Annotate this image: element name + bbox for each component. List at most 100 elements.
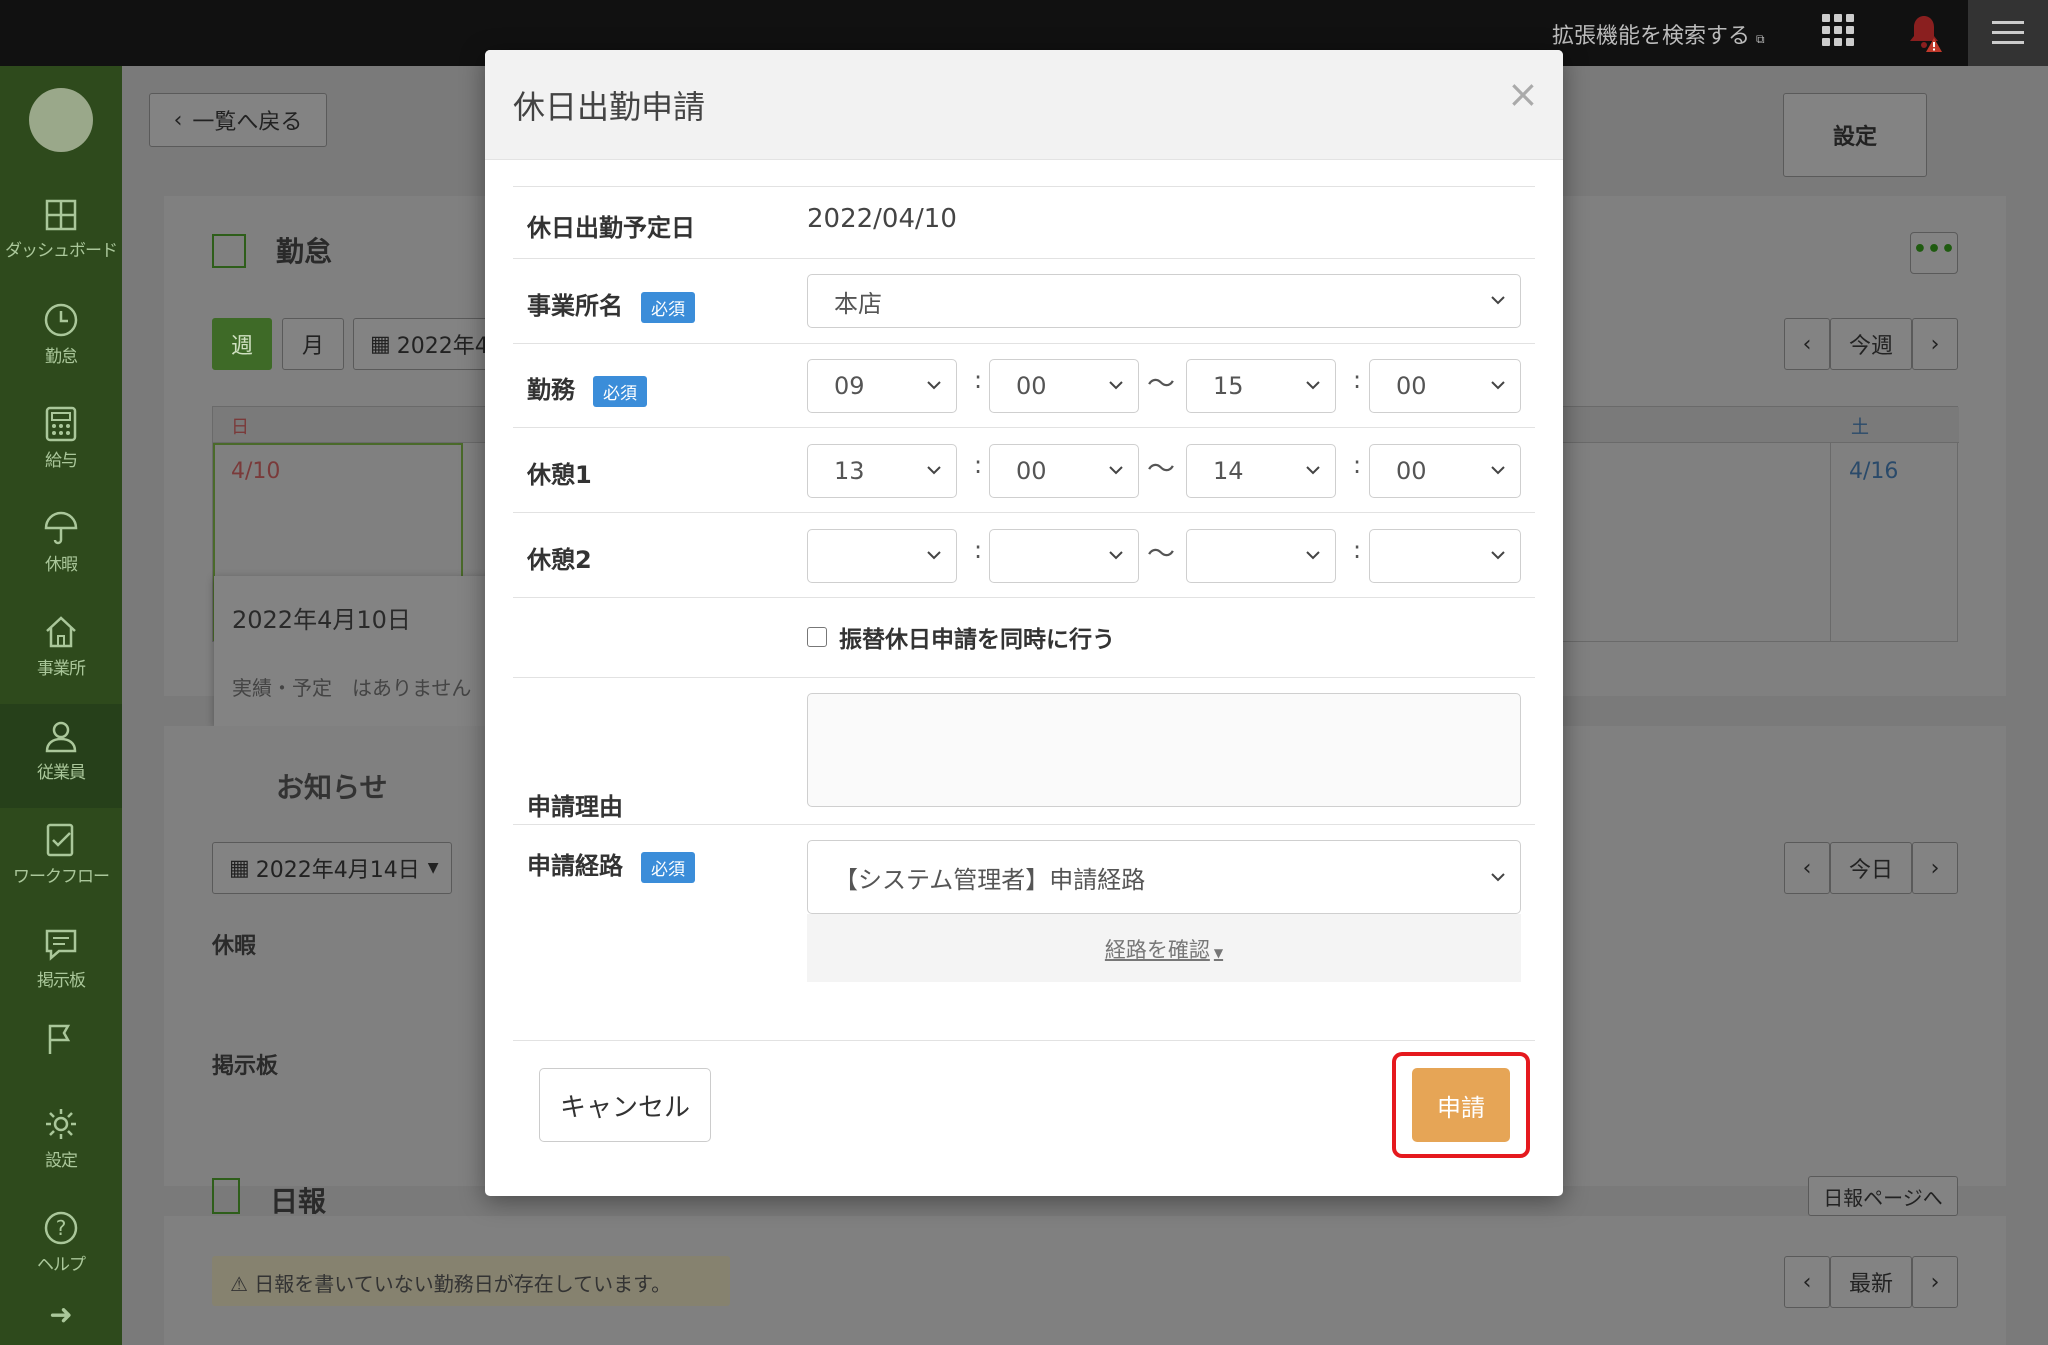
sidebar-item-flag[interactable] — [0, 1016, 122, 1076]
calendar-icon: ▦ — [370, 331, 391, 357]
sidebar-item-attendance[interactable]: 勤怠 — [0, 288, 122, 392]
sidebar-label: 従業員 — [37, 763, 86, 783]
sidebar-expand[interactable]: ➜ — [0, 1296, 122, 1345]
checklist-icon — [46, 823, 74, 857]
break2-start-minute-select[interactable] — [989, 529, 1139, 583]
apps-grid-icon[interactable] — [1822, 14, 1854, 46]
chevron-down-icon — [1491, 296, 1505, 305]
required-badge: 必須 — [593, 375, 647, 407]
break1-end-minute-select[interactable]: 00 — [1369, 444, 1521, 498]
calendar-grid-icon — [212, 234, 246, 268]
reason-textarea[interactable] — [807, 693, 1521, 807]
chevron-down-icon — [1306, 466, 1320, 475]
daily-page-button[interactable]: 日報ページへ — [1808, 1176, 1958, 1216]
sidebar-item-board[interactable]: 掲示板 — [0, 912, 122, 1016]
month-label: 月 — [301, 334, 324, 359]
work-label-text: 勤務 — [527, 376, 575, 404]
sidebar-label: ヘルプ — [37, 1255, 86, 1275]
week-button[interactable]: 週 — [212, 318, 272, 370]
work-end-hour-select[interactable]: 15 — [1186, 359, 1336, 413]
sidebar-item-office[interactable]: 事業所 — [0, 600, 122, 704]
prev-week-button[interactable]: ‹ — [1784, 318, 1830, 370]
prev-day-button[interactable]: ‹ — [1784, 842, 1830, 894]
office-label: 事業所名 必須 — [527, 286, 695, 323]
sidebar-label: 設定 — [45, 1151, 78, 1171]
sidebar-item-leave[interactable]: 休暇 — [0, 496, 122, 600]
chevron-down-icon — [927, 466, 941, 475]
work-start-minute-select[interactable]: 00 — [989, 359, 1139, 413]
chevron-down-icon — [1109, 466, 1123, 475]
time-colon: : — [1353, 451, 1362, 479]
sidebar-item-workflow[interactable]: ワークフロー — [0, 808, 122, 912]
work-end-minute-select[interactable]: 00 — [1369, 359, 1521, 413]
message-icon — [45, 929, 77, 961]
break1-start-minute-select[interactable]: 00 — [989, 444, 1139, 498]
next-week-label: › — [1930, 331, 1940, 357]
work-end-hour-value: 15 — [1213, 372, 1244, 400]
popup-date: 2022年4月10日 — [232, 606, 411, 634]
today-button[interactable]: 今日 — [1830, 842, 1912, 894]
leave-label: 休暇 — [212, 934, 257, 959]
substitute-holiday-option[interactable]: 振替休日申請を同時に行う — [807, 620, 1115, 654]
hamburger-menu-icon[interactable] — [1968, 0, 2048, 66]
route-select[interactable]: 【システム管理者】申請経路 — [807, 840, 1521, 914]
settings-label: 設定 — [1832, 125, 1877, 150]
break1-start-hour-select[interactable]: 13 — [807, 444, 957, 498]
back-label: 一覧へ戻る — [192, 110, 303, 135]
date-picker-button[interactable]: ▦ 2022年4 — [353, 318, 493, 370]
break2-end-minute-select[interactable] — [1369, 529, 1521, 583]
close-icon[interactable]: × — [1507, 72, 1539, 116]
prev-week-label: ‹ — [1802, 331, 1812, 357]
settings-button[interactable]: 設定 — [1783, 93, 1927, 177]
month-button[interactable]: 月 — [282, 318, 344, 370]
sidebar-item-employees[interactable]: 従業員 — [0, 704, 122, 808]
date-label: 休日出勤予定日 — [527, 214, 695, 242]
break2-end-hour-select[interactable] — [1186, 529, 1336, 583]
route-confirm-area: 経路を確認 ▼ — [807, 914, 1521, 982]
break2-start-hour-select[interactable] — [807, 529, 957, 583]
cancel-button[interactable]: キャンセル — [539, 1068, 711, 1142]
this-week-button[interactable]: 今週 — [1830, 318, 1912, 370]
sidebar-item-help[interactable]: ? ヘルプ — [0, 1196, 122, 1300]
work-start-hour-select[interactable]: 09 — [807, 359, 957, 413]
date-value: 2022/04/10 — [807, 204, 957, 234]
next-report-button[interactable]: › — [1912, 1256, 1958, 1308]
sidebar-item-payroll[interactable]: 給与 — [0, 392, 122, 496]
chevron-down-icon — [1491, 466, 1505, 475]
attendance-title: 勤怠 — [276, 235, 333, 268]
person-icon — [45, 721, 77, 753]
office-select[interactable]: 本店 — [807, 274, 1521, 328]
sidebar-item-settings[interactable]: 設定 — [0, 1092, 122, 1196]
chevron-down-icon — [927, 381, 941, 390]
next-day-button[interactable]: › — [1912, 842, 1958, 894]
route-confirm-link[interactable]: 経路を確認 ▼ — [1105, 938, 1223, 962]
notice-date-picker[interactable]: ▦ 2022年4月14日 ▼ — [212, 842, 452, 894]
sidebar-item-dashboard[interactable]: ダッシュボード — [0, 184, 122, 288]
break1-start-hour-value: 13 — [834, 457, 865, 485]
clock-icon — [44, 303, 78, 337]
latest-button[interactable]: 最新 — [1830, 1256, 1912, 1308]
prev-report-button[interactable]: ‹ — [1784, 1256, 1830, 1308]
more-options-button[interactable]: ••• — [1910, 232, 1958, 274]
warning-icon: ⚠ — [230, 1272, 255, 1296]
board-label: 掲示板 — [212, 1054, 279, 1079]
required-badge: 必須 — [641, 851, 695, 883]
bell-alert-icon[interactable] — [1906, 12, 1946, 54]
daily-warning-text: 日報を書いていない勤務日が存在しています。 — [254, 1272, 672, 1296]
caret-down-icon: ▼ — [1213, 946, 1224, 960]
break2-label: 休憩2 — [527, 546, 592, 574]
daily-warning-banner: ⚠ 日報を書いていない勤務日が存在しています。 — [212, 1256, 730, 1306]
next-week-button[interactable]: › — [1912, 318, 1958, 370]
chevron-down-icon — [927, 551, 941, 560]
back-to-list-button[interactable]: ‹ 一覧へ戻る — [149, 93, 327, 147]
break1-start-minute-value: 00 — [1016, 457, 1047, 485]
work-start-minute-value: 00 — [1016, 372, 1047, 400]
flag-icon — [48, 1024, 71, 1054]
arrow-right-icon: ➜ — [49, 1298, 73, 1331]
extension-search-link[interactable]: 拡張機能を検索する ⧉ — [1552, 18, 1765, 50]
break1-end-hour-select[interactable]: 14 — [1186, 444, 1336, 498]
time-colon: : — [1353, 536, 1362, 564]
svg-text:?: ? — [56, 1216, 67, 1240]
avatar[interactable] — [29, 88, 93, 152]
substitute-checkbox[interactable] — [807, 627, 827, 647]
